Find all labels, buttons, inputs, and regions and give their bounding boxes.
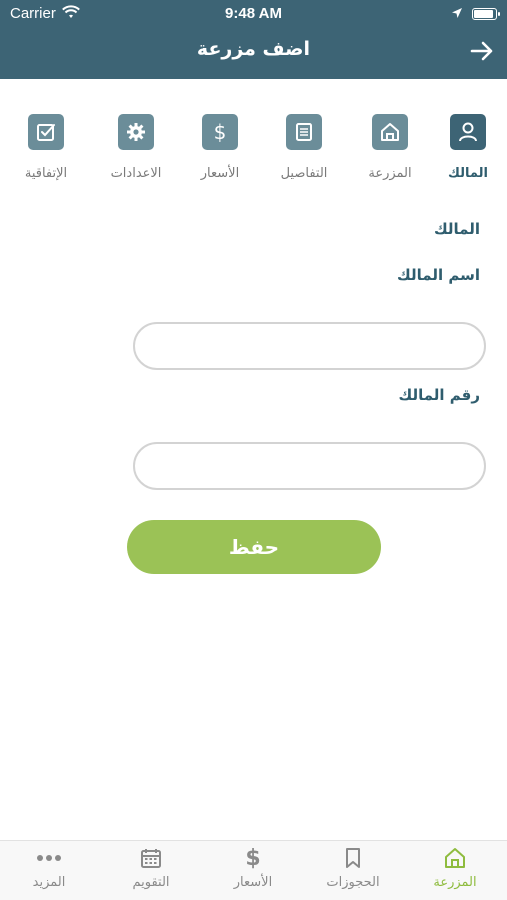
owner-name-label: اسم المالك bbox=[397, 266, 480, 284]
house-icon bbox=[372, 114, 408, 150]
tab-label: الحجوزات bbox=[326, 875, 380, 890]
tab-bar: المزرعة الحجوزات $ الأسعار التقويم المزي… bbox=[0, 840, 507, 900]
tab-label: المزرعة bbox=[433, 875, 477, 890]
step-owner[interactable]: المالك bbox=[428, 114, 507, 181]
step-label: الاعدادات bbox=[110, 166, 162, 181]
calendar-icon bbox=[106, 845, 196, 871]
page-title: اضف مزرعة bbox=[196, 38, 311, 60]
step-label: التفاصيل bbox=[280, 166, 328, 181]
step-indicator: المالك المزرعة التفاصيل $ الأسعار الاعدا… bbox=[12, 114, 499, 194]
checkbox-icon bbox=[28, 114, 64, 150]
back-arrow-icon[interactable] bbox=[469, 38, 497, 64]
tab-farm[interactable]: المزرعة bbox=[410, 845, 500, 890]
tab-label: الأسعار bbox=[233, 875, 273, 890]
location-icon bbox=[451, 6, 463, 23]
house-icon bbox=[410, 845, 500, 871]
tab-label: المزيد bbox=[32, 875, 66, 890]
bookmark-icon bbox=[308, 845, 398, 871]
battery-icon bbox=[472, 8, 500, 20]
dollar-icon: $ bbox=[245, 845, 261, 871]
owner-name-input[interactable] bbox=[133, 322, 486, 370]
step-label: المالك bbox=[448, 166, 488, 181]
nav-header: Carrier 9:48 AM اضف مزرعة bbox=[0, 0, 507, 79]
status-bar: Carrier 9:48 AM bbox=[0, 0, 507, 26]
gear-icon bbox=[118, 114, 154, 150]
owner-number-input[interactable] bbox=[133, 442, 486, 490]
tab-prices[interactable]: $ الأسعار bbox=[208, 845, 298, 891]
step-label: الأسعار bbox=[200, 166, 240, 181]
step-agreement[interactable]: الإتفاقية bbox=[6, 114, 86, 181]
list-icon bbox=[286, 114, 322, 150]
step-prices[interactable]: $ الأسعار bbox=[180, 114, 260, 181]
step-details[interactable]: التفاصيل bbox=[264, 114, 344, 181]
step-label: الإتفاقية bbox=[24, 166, 68, 181]
save-button[interactable]: حفظ bbox=[127, 520, 381, 574]
section-title: المالك bbox=[433, 220, 480, 238]
tab-calendar[interactable]: التقويم bbox=[106, 845, 196, 890]
owner-number-label: رقم المالك bbox=[398, 386, 480, 404]
person-icon bbox=[450, 114, 486, 150]
step-farm[interactable]: المزرعة bbox=[350, 114, 430, 181]
step-settings[interactable]: الاعدادات bbox=[96, 114, 176, 181]
more-icon bbox=[4, 845, 94, 871]
clock: 9:48 AM bbox=[225, 5, 282, 22]
tab-more[interactable]: المزيد bbox=[4, 845, 94, 890]
step-label: المزرعة bbox=[368, 166, 412, 181]
dollar-icon: $ bbox=[202, 114, 238, 150]
tab-label: التقويم bbox=[132, 875, 170, 890]
tab-bookings[interactable]: الحجوزات bbox=[308, 845, 398, 890]
